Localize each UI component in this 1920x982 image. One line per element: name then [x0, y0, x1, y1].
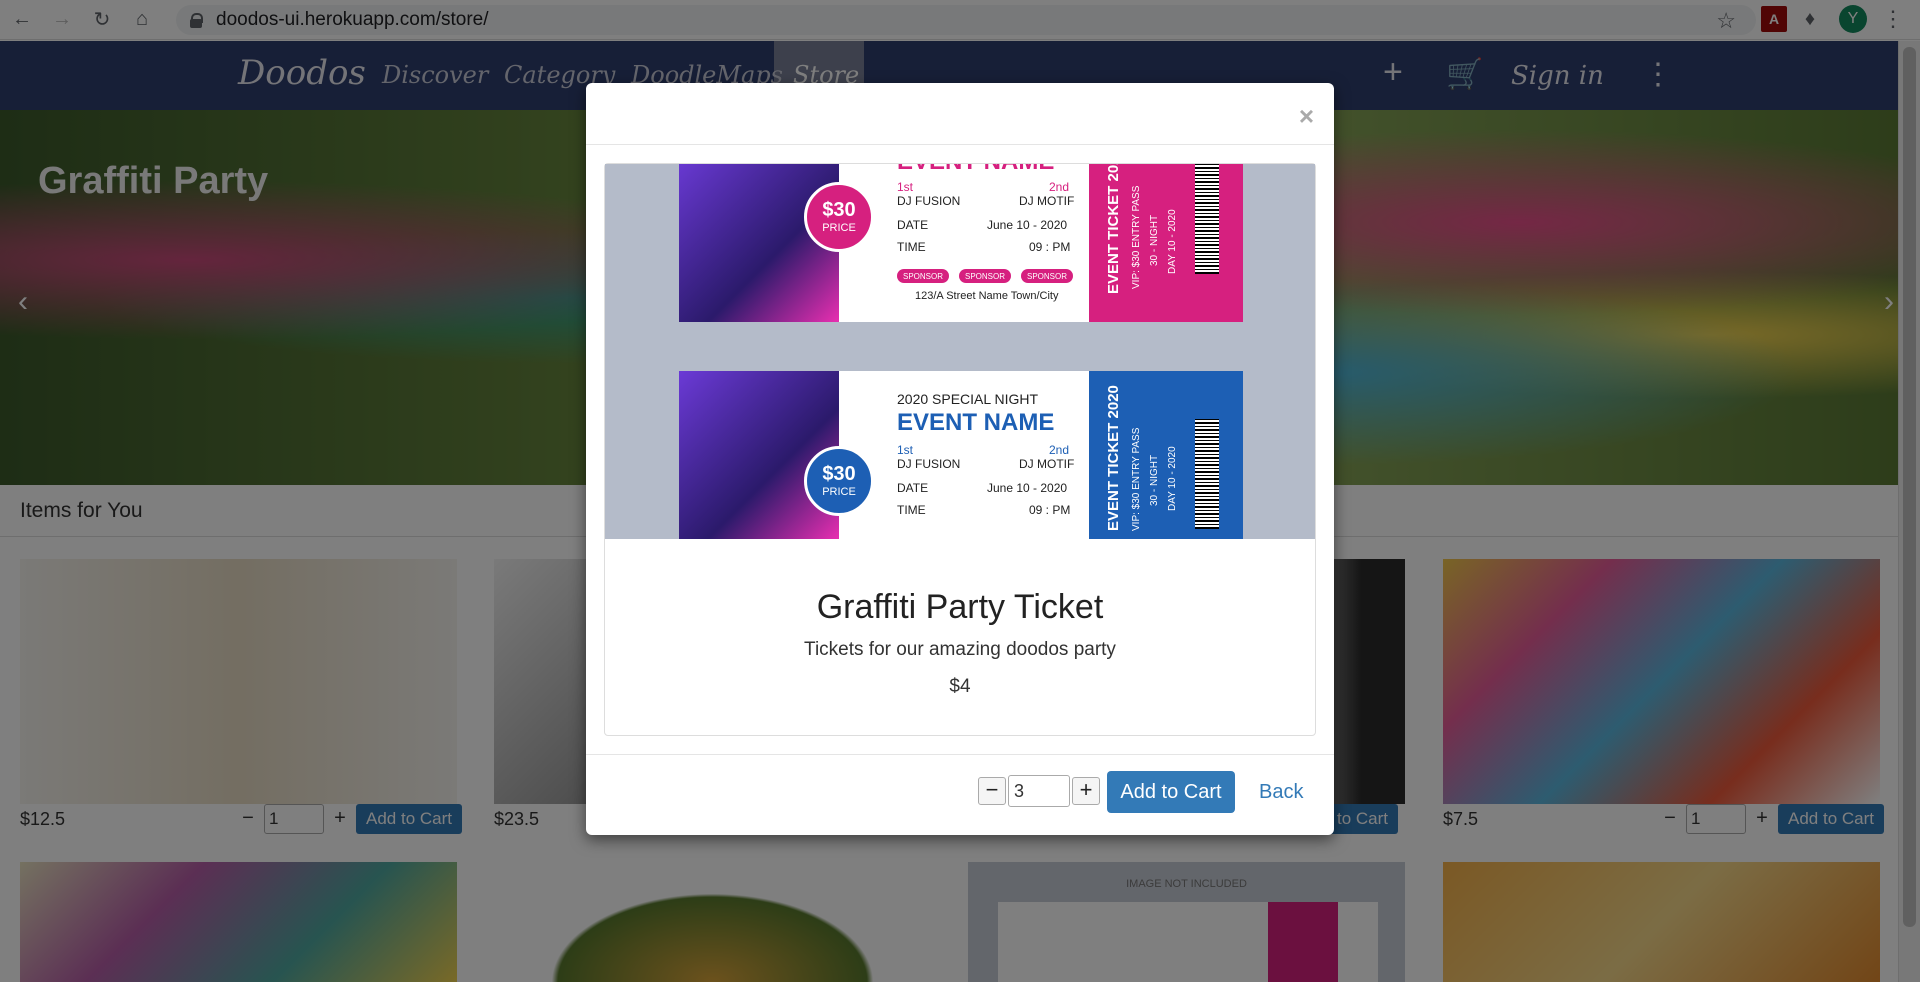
- ticket-second: 2nd: [1049, 180, 1070, 194]
- ticket-first: 1st: [897, 180, 914, 194]
- back-link[interactable]: Back: [1259, 781, 1303, 804]
- ticket-first: 1st: [897, 443, 914, 457]
- ticket-time-value: 09 : PM: [1029, 503, 1071, 517]
- modal-product-title: Graffiti Party Ticket: [816, 588, 1104, 626]
- ticket-time-value: 09 : PM: [1029, 240, 1071, 254]
- ticket-price-word: PRICE: [822, 222, 856, 234]
- ticket-date-value: June 10 - 2020: [987, 218, 1068, 232]
- ticket-price-word: PRICE: [822, 486, 856, 498]
- ticket-dj1: DJ FUSION: [897, 194, 961, 208]
- modal-product-price: $4: [949, 676, 971, 697]
- ticket-special-night: 2020 SPECIAL NIGHT: [897, 391, 1039, 407]
- modal-product-card: $30 PRICE EVENT NAME 1st 2nd DJ FUSION D…: [604, 163, 1316, 736]
- ticket-address: 123/A Street Name Town/City: [915, 290, 1059, 302]
- ticket-date-label: DATE: [897, 218, 929, 232]
- ticket-stub-title: EVENT TICKET 2020: [1105, 385, 1122, 531]
- ticket-time-label: TIME: [897, 240, 926, 254]
- ticket-stub-day: DAY 10 - 2020: [1167, 209, 1178, 274]
- ticket-image: $30 PRICE EVENT NAME 1st 2nd DJ FUSION D…: [605, 164, 1315, 539]
- sponsor-badge: SPONSOR: [897, 269, 949, 283]
- ticket-dj1: DJ FUSION: [897, 457, 961, 471]
- ticket-date-label: DATE: [897, 481, 929, 495]
- ticket-price-badge: $30 PRICE: [804, 446, 874, 516]
- close-icon[interactable]: ×: [1299, 101, 1314, 132]
- modal-add-to-cart-button[interactable]: Add to Cart: [1107, 771, 1235, 813]
- modal-header: ×: [586, 83, 1334, 145]
- ticket-second: 2nd: [1049, 443, 1070, 457]
- ticket-stub: EVENT TICKET 2020 VIP: $30 ENTRY PASS 30…: [1089, 371, 1243, 539]
- barcode-icon: [1195, 419, 1219, 529]
- ticket-price: $30: [822, 199, 856, 221]
- blue-ticket: 2020 SPECIAL NIGHT EVENT NAME $30 PRICE …: [679, 371, 1243, 539]
- product-modal: × $30 PRICE EVENT NAME 1st 2nd DJ FUSION…: [586, 83, 1334, 835]
- ticket-dj2: DJ MOTIF: [1019, 194, 1075, 208]
- ticket-dj2: DJ MOTIF: [1019, 457, 1075, 471]
- increment-button[interactable]: +: [1072, 777, 1100, 805]
- sponsor-badge: SPONSOR: [959, 269, 1011, 283]
- modal-quantity-input[interactable]: 3: [1008, 775, 1070, 807]
- barcode-icon: [1195, 164, 1219, 274]
- ticket-stub-vip: VIP: $30 ENTRY PASS: [1131, 185, 1142, 289]
- ticket-stub-night: 30 - NIGHT: [1149, 214, 1160, 266]
- ticket-event-name: EVENT NAME: [897, 164, 1054, 176]
- ticket-stub-day: DAY 10 - 2020: [1167, 446, 1178, 511]
- ticket-event-name: EVENT NAME: [897, 409, 1055, 436]
- ticket-stub: EVENT TICKET 2020 VIP: $30 ENTRY PASS 30…: [1089, 164, 1243, 322]
- decrement-button[interactable]: −: [978, 777, 1006, 805]
- ticket-price-badge: $30 PRICE: [804, 182, 874, 252]
- ticket-stub-night: 30 - NIGHT: [1149, 454, 1160, 506]
- pink-ticket: $30 PRICE EVENT NAME 1st 2nd DJ FUSION D…: [679, 164, 1243, 322]
- ticket-time-label: TIME: [897, 503, 926, 517]
- modal-backdrop[interactable]: × $30 PRICE EVENT NAME 1st 2nd DJ FUSION…: [0, 0, 1920, 982]
- modal-footer: − 3 + Add to Cart Back: [586, 754, 1334, 835]
- ticket-stub-title: EVENT TICKET 2020: [1105, 164, 1122, 294]
- modal-product-description: Tickets for our amazing doodos party: [804, 639, 1116, 660]
- ticket-stub-vip: VIP: $30 ENTRY PASS: [1131, 427, 1142, 531]
- ticket-price: $30: [822, 463, 856, 485]
- ticket-date-value: June 10 - 2020: [987, 481, 1068, 495]
- sponsor-badge: SPONSOR: [1021, 269, 1073, 283]
